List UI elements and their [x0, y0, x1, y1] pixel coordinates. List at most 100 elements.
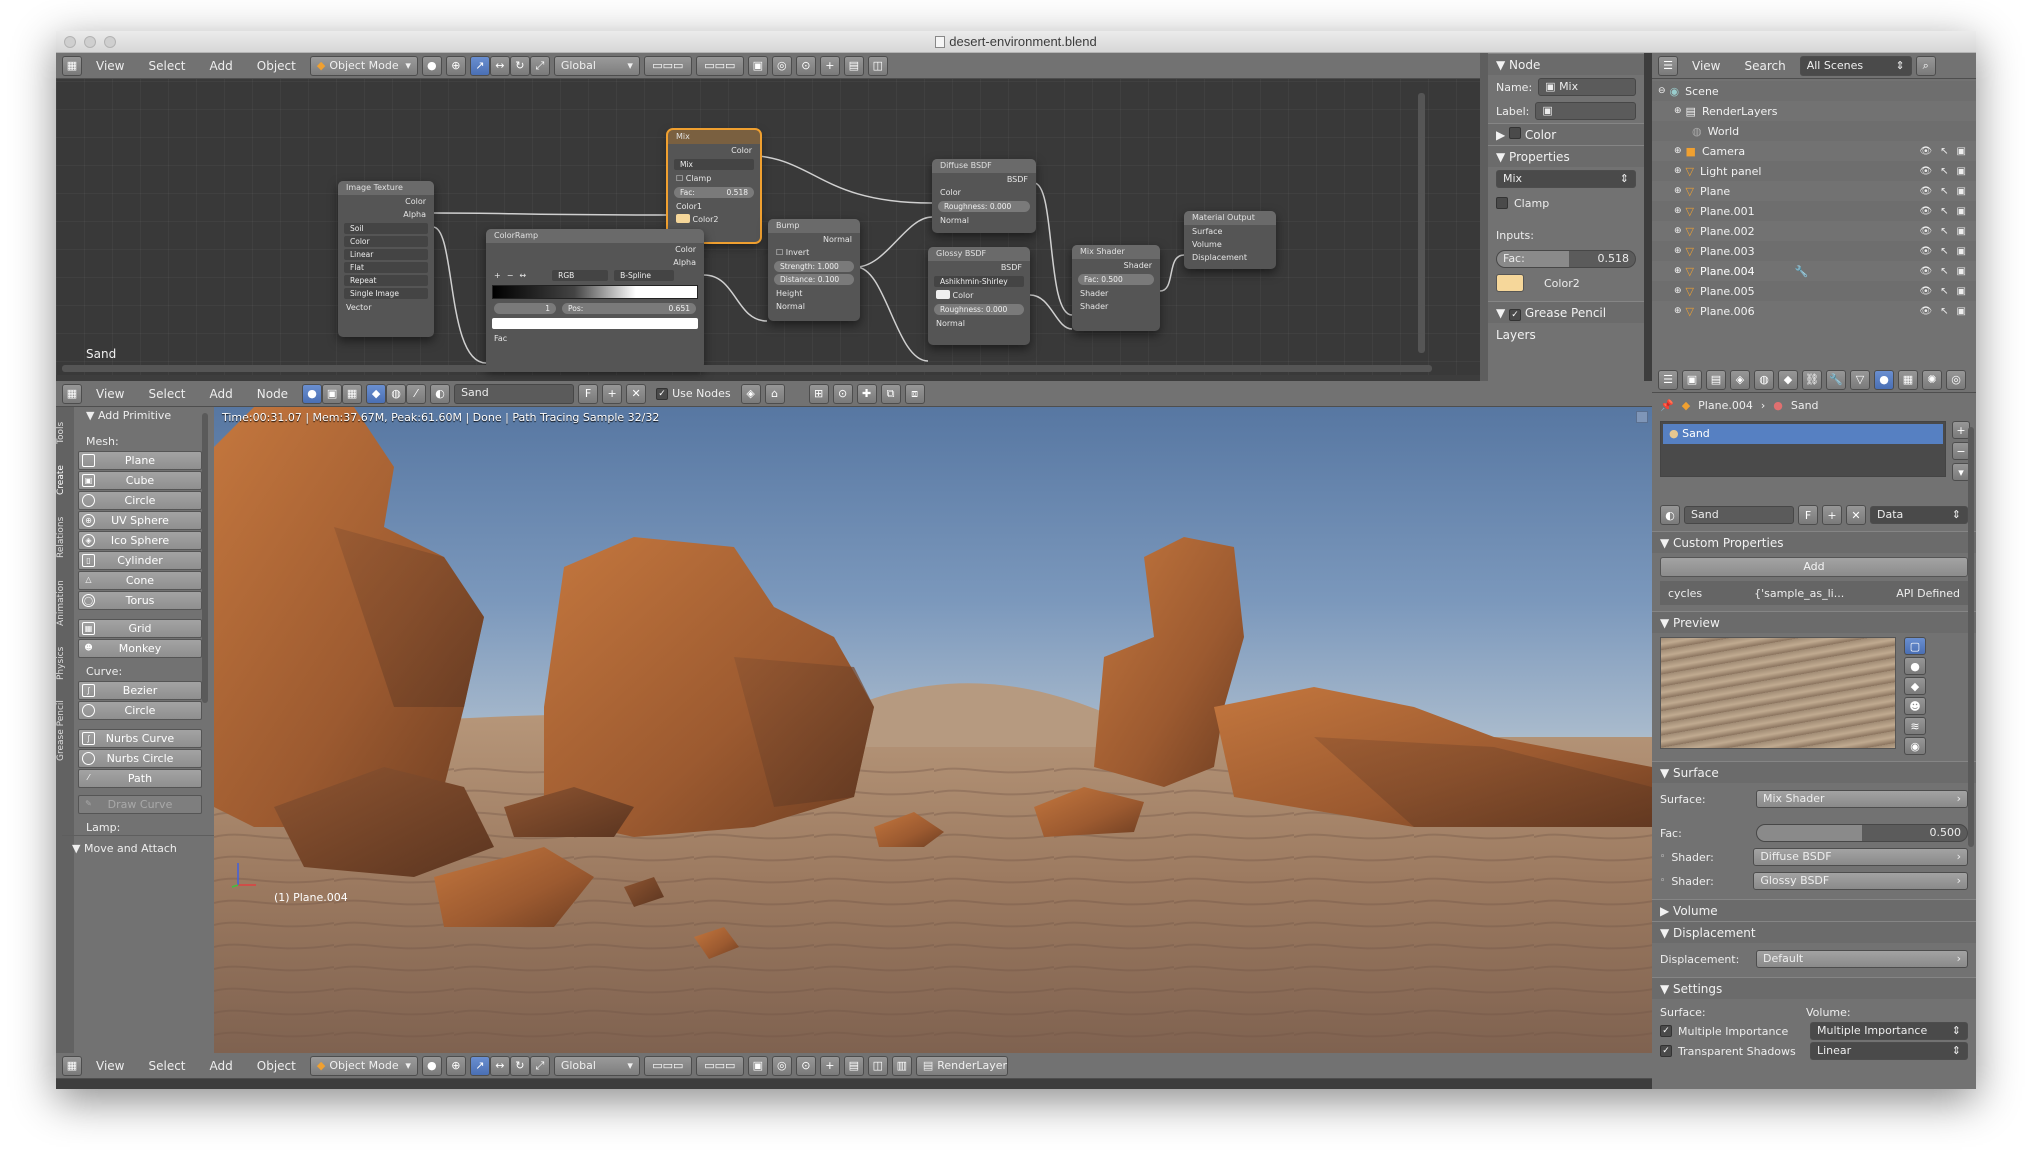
material-slot-item[interactable]: ● Sand: [1663, 424, 1943, 444]
material-browse-icon[interactable]: ◐: [430, 383, 451, 404]
layers-icon-2[interactable]: ▭▭▭: [695, 55, 744, 76]
viewport-shading-icon[interactable]: ●: [421, 55, 442, 76]
custom-property-row[interactable]: cycles {'sample_as_li... API Defined: [1660, 581, 1968, 605]
layers-icon-2[interactable]: ▭▭▭: [695, 1055, 744, 1076]
preview-monkey-icon[interactable]: ☻: [1904, 697, 1926, 715]
tab-physics[interactable]: Physics: [56, 639, 74, 687]
clamp-row[interactable]: Clamp: [1488, 191, 1644, 215]
render-icon[interactable]: ▤: [843, 1055, 864, 1076]
image-texture-node[interactable]: Image Texture Color Alpha Soil Color Lin…: [338, 181, 434, 337]
expand-icon[interactable]: ⊕: [1674, 146, 1682, 156]
collapse-icon[interactable]: ⊖: [1658, 86, 1666, 96]
render-icon[interactable]: ▣: [1957, 246, 1966, 257]
surface-shader-dropdown[interactable]: Mix Shader ›: [1756, 790, 1968, 808]
cursor-icon[interactable]: ↖: [1940, 146, 1948, 157]
render-icon[interactable]: ▣: [1957, 266, 1966, 277]
cursor-icon[interactable]: ↖: [1940, 226, 1948, 237]
interpolation-dropdown[interactable]: Linear: [344, 249, 428, 260]
color-checkbox[interactable]: [1509, 127, 1522, 139]
grease-pencil-header[interactable]: ▼ ✓ Grease Pencil Layers: [1488, 301, 1644, 342]
render-icon[interactable]: ▣: [1957, 286, 1966, 297]
grease-pencil-checkbox[interactable]: ✓: [1509, 309, 1522, 321]
add-cone-button[interactable]: △ Cone: [78, 571, 202, 590]
viewport-shading-icon[interactable]: ●: [421, 1055, 442, 1076]
colorramp-node[interactable]: ColorRamp Color Alpha + − ↔ RGB B-Spline 1…: [486, 229, 704, 369]
expand-icon[interactable]: ⊕: [1674, 226, 1682, 236]
expand-icon[interactable]: ⊕: [1674, 206, 1682, 216]
material-name-field[interactable]: Sand: [1684, 506, 1794, 524]
data-tab-icon[interactable]: ▽: [1850, 369, 1870, 390]
render-layer-button[interactable]: ▤ RenderLayer: [915, 1055, 1008, 1076]
render-icon[interactable]: ▣: [1957, 306, 1966, 317]
mix-clamp-checkbox[interactable]: ☐ Clamp: [668, 172, 760, 185]
eye-icon[interactable]: 👁: [1919, 266, 1932, 277]
tab-relations[interactable]: Relations: [56, 507, 74, 567]
render-icon[interactable]: ▣: [1957, 226, 1966, 237]
tab-grease-pencil[interactable]: Grease Pencil: [56, 691, 74, 771]
layers-icon[interactable]: ▭▭▭: [643, 1055, 692, 1076]
multiple-importance-checkbox[interactable]: ✓: [1660, 1025, 1672, 1037]
ramp-interpolation[interactable]: B-Spline: [614, 270, 675, 281]
new-material-icon[interactable]: +: [1822, 505, 1842, 525]
cursor-icon[interactable]: ↖: [1940, 206, 1948, 217]
search-icon[interactable]: ⌕: [1915, 55, 1936, 76]
outliner-item-camera[interactable]: ⊕ ■ Camera 👁 ↖ ▣: [1652, 141, 1976, 161]
visibility-toggles[interactable]: 👁 ↖ ▣: [1919, 206, 1966, 217]
visibility-toggles[interactable]: 👁 ↖ ▣: [1919, 226, 1966, 237]
node-editor-canvas[interactable]: Image Texture Color Alpha Soil Color Lin…: [56, 53, 1480, 375]
texture-tab-icon[interactable]: ▦: [1898, 369, 1918, 390]
new-material-icon[interactable]: +: [602, 383, 623, 404]
manipulator-icon[interactable]: ↗: [469, 1055, 490, 1076]
cursor-icon[interactable]: ↖: [1940, 166, 1948, 177]
visibility-toggles[interactable]: 👁 ↖ ▣: [1919, 306, 1966, 317]
tab-create[interactable]: Create: [56, 457, 74, 503]
menu-add[interactable]: Add: [200, 59, 243, 73]
expand-icon[interactable]: ⊕: [1674, 166, 1682, 176]
properties-panel-header[interactable]: ▼ Properties: [1488, 145, 1644, 167]
preview-sphere-icon[interactable]: ●: [1904, 657, 1926, 675]
linestyle-icon[interactable]: ⁄: [406, 383, 427, 404]
editor-type-icon[interactable]: ☰: [1658, 55, 1678, 76]
node-menu-add[interactable]: Add: [200, 387, 243, 401]
glossy-roughness-field[interactable]: Roughness: 0.000: [934, 304, 1024, 315]
color-space-dropdown[interactable]: Color: [344, 236, 428, 247]
add-nurbs-circle-button[interactable]: Nurbs Circle: [78, 749, 202, 768]
node-label-field[interactable]: ▣: [1535, 102, 1636, 120]
viewport-menu-add[interactable]: Add: [200, 1059, 243, 1073]
projection-dropdown[interactable]: Flat: [344, 262, 428, 273]
image-selector[interactable]: Soil: [344, 223, 428, 234]
surface-header[interactable]: ▼ Surface: [1652, 761, 1976, 783]
preview-header[interactable]: ▼ Preview: [1652, 611, 1976, 633]
texture-nodes-icon[interactable]: ▦: [342, 383, 363, 404]
add-cylinder-button[interactable]: ▯ Cylinder: [78, 551, 202, 570]
add-plane-button[interactable]: Plane: [78, 451, 202, 470]
custom-properties-header[interactable]: ▼ Custom Properties: [1652, 531, 1976, 553]
preview-sky-icon[interactable]: ◉: [1904, 737, 1926, 755]
node-panel-header[interactable]: ▼ Node: [1488, 53, 1644, 75]
node-editor-vscroll[interactable]: [1418, 93, 1425, 353]
proportional-icon[interactable]: ◎: [771, 55, 792, 76]
eye-icon[interactable]: 👁: [1919, 306, 1932, 317]
cursor-icon[interactable]: ↖: [1940, 266, 1948, 277]
bump-strength-field[interactable]: Strength: 1.000: [774, 261, 854, 272]
magnet-icon[interactable]: ⊙: [832, 383, 853, 404]
outliner-item-world[interactable]: ◍ World: [1652, 121, 1976, 141]
properties-scrollbar[interactable]: [1968, 427, 1974, 847]
translate-icon[interactable]: ↔: [489, 55, 510, 76]
snap-icon[interactable]: ⊞: [808, 383, 829, 404]
viewport-menu-object[interactable]: Object: [247, 1059, 306, 1073]
mix-shader-node[interactable]: Mix Shader Shader Fac: 0.500 Shader Shad…: [1072, 245, 1160, 331]
add-torus-button[interactable]: ◯ Torus: [78, 591, 202, 610]
add-cube-button[interactable]: ▣ Cube: [78, 471, 202, 490]
object-shader-icon[interactable]: ◆: [366, 383, 387, 404]
add-grid-button[interactable]: ▦ Grid: [78, 619, 202, 638]
camera-render-icon[interactable]: ◫: [867, 55, 888, 76]
modifiers-tab-icon[interactable]: 🔧: [1826, 369, 1846, 390]
clip-icon[interactable]: ▥: [891, 1055, 912, 1076]
volume-sampling-dropdown[interactable]: Multiple Importance ⇕: [1810, 1022, 1968, 1040]
lock-icon[interactable]: ▣: [747, 55, 768, 76]
outliner-menu-view[interactable]: View: [1682, 59, 1730, 73]
outliner-item-plane-005[interactable]: ⊕ ▽ Plane.005 👁 ↖ ▣: [1652, 281, 1976, 301]
add-ico-sphere-button[interactable]: ◈ Ico Sphere: [78, 531, 202, 550]
extension-dropdown[interactable]: Repeat: [344, 275, 428, 286]
